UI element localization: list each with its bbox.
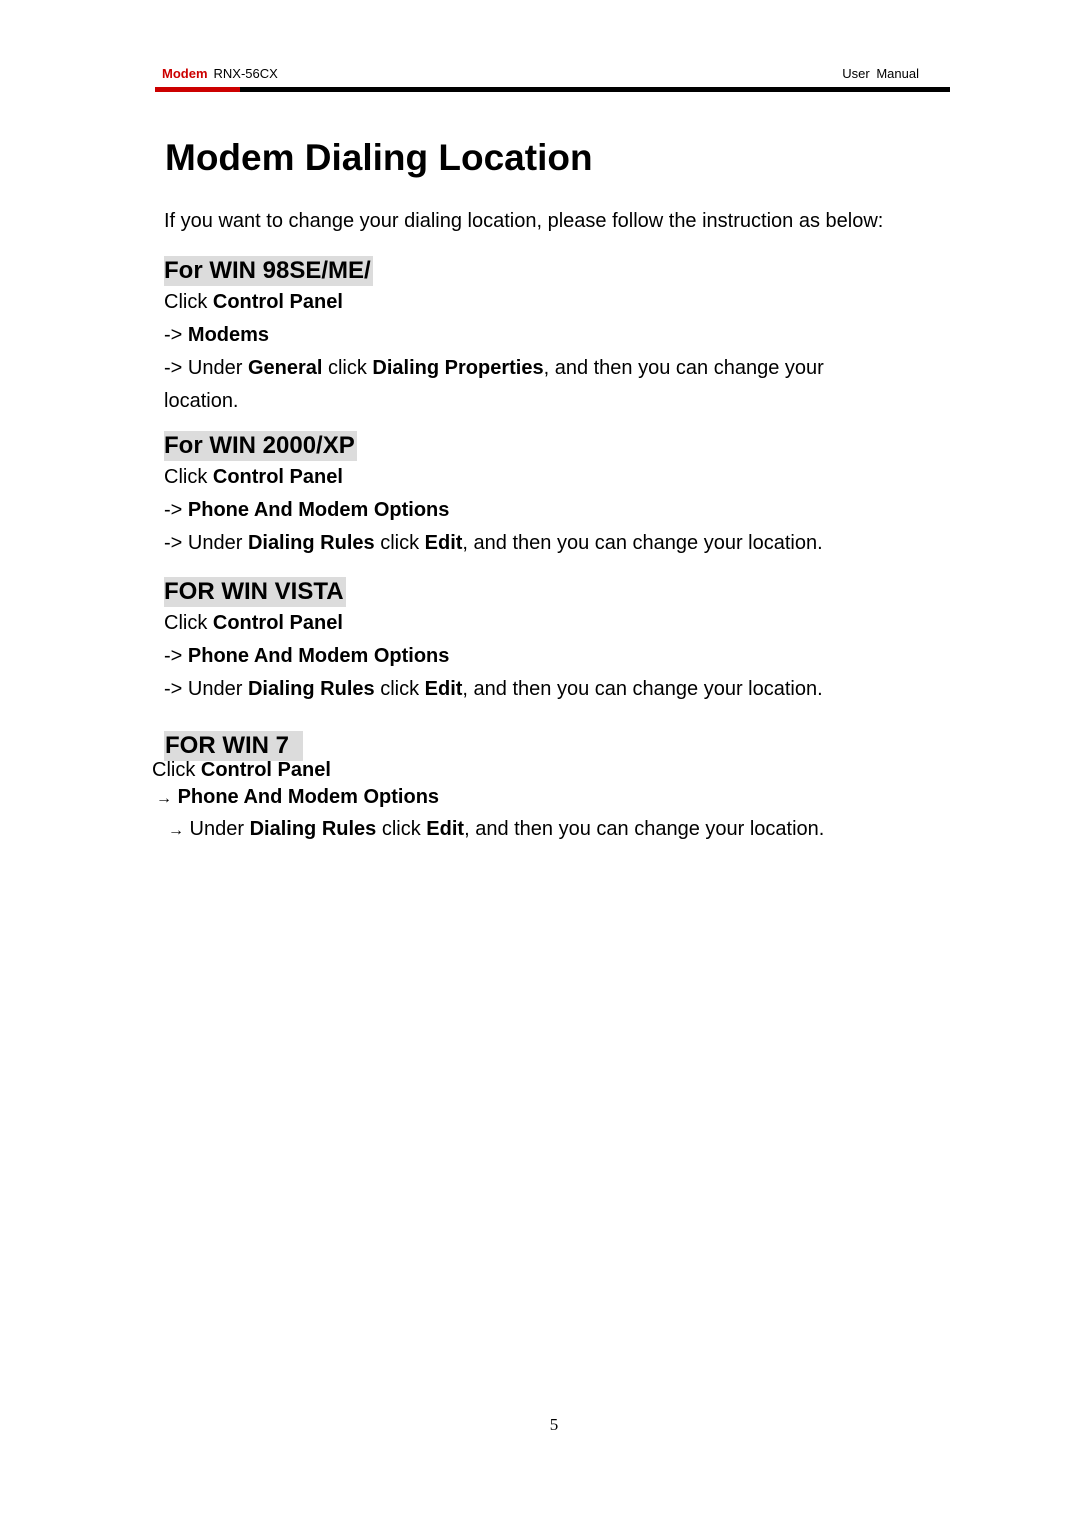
header-doc-type: User Manual bbox=[842, 66, 919, 81]
header-rule bbox=[155, 87, 950, 92]
arrow-icon: → bbox=[156, 790, 172, 807]
step-text: click bbox=[376, 818, 427, 840]
step-bold: Dialing Rules bbox=[247, 532, 375, 554]
page-title: Modem Dialing Location bbox=[165, 137, 593, 178]
step-1: Click Control Panel bbox=[164, 461, 823, 494]
step-text: Under bbox=[182, 357, 248, 379]
step-2: -> Phone And Modem Options bbox=[164, 640, 823, 673]
step-bold: Edit bbox=[426, 818, 465, 840]
step-3: -> Under Dialing Rules click Edit, and t… bbox=[164, 673, 823, 706]
section-win98: For WIN 98SE/ME/ Click Control Panel -> … bbox=[164, 256, 824, 418]
step-text: click bbox=[322, 357, 373, 379]
step-text: , and then you can change your bbox=[543, 357, 824, 379]
step-2: -> Modems bbox=[164, 319, 824, 352]
step-text: Click bbox=[164, 612, 213, 634]
step-text: Click bbox=[164, 466, 213, 488]
header-model: RNX-56CX bbox=[213, 66, 278, 81]
arrow-icon: -> bbox=[164, 678, 183, 700]
step-bold: Dialing Rules bbox=[247, 678, 375, 700]
step-bold: General bbox=[247, 357, 323, 379]
step-3: -> Under Dialing Rules click Edit, and t… bbox=[164, 527, 823, 560]
step-2: -> Phone And Modem Options bbox=[164, 494, 823, 527]
step-bold: Control Panel bbox=[212, 612, 343, 634]
header-rule-accent bbox=[155, 87, 240, 92]
step-1: Click Control Panel bbox=[164, 607, 823, 640]
step-3: → Under Dialing Rules click Edit, and th… bbox=[168, 812, 824, 848]
step-text: , and then you can change your location. bbox=[462, 678, 823, 700]
step-text: Click bbox=[164, 291, 213, 313]
section-heading: For WIN 98SE/ME/ bbox=[164, 256, 373, 286]
intro-paragraph: If you want to change your dialing locat… bbox=[164, 210, 884, 232]
step-bold: Phone And Modem Options bbox=[177, 786, 440, 808]
step-text: click bbox=[374, 532, 425, 554]
header-product: Modem RNX-56CX bbox=[162, 66, 278, 81]
section-heading: For WIN 2000/XP bbox=[164, 431, 357, 461]
step-1: Click Control Panel bbox=[152, 757, 824, 784]
step-bold: Phone And Modem Options bbox=[187, 499, 450, 521]
step-2: → Phone And Modem Options bbox=[156, 784, 824, 812]
arrow-icon: -> bbox=[164, 324, 183, 346]
step-bold: Control Panel bbox=[212, 466, 343, 488]
step-text: , and then you can change your location. bbox=[462, 532, 823, 554]
step-bold: Modems bbox=[187, 324, 270, 346]
step-1: Click Control Panel bbox=[164, 286, 824, 319]
arrow-icon: → bbox=[168, 822, 184, 839]
page-number: 5 bbox=[549, 1415, 559, 1434]
arrow-icon: -> bbox=[164, 532, 183, 554]
section-winvista: FOR WIN VISTA Click Control Panel -> Pho… bbox=[164, 577, 823, 706]
header-brand: Modem bbox=[162, 66, 208, 81]
step-text: Under bbox=[184, 818, 250, 840]
step-text: , and then you can change your location. bbox=[464, 818, 825, 840]
step-bold: Edit bbox=[424, 678, 463, 700]
step-bold: Dialing Properties bbox=[372, 357, 544, 379]
step-text: Click bbox=[152, 759, 201, 781]
step-bold: Edit bbox=[424, 532, 463, 554]
step-text: click bbox=[374, 678, 425, 700]
step-text: Under bbox=[182, 532, 248, 554]
step-bold: Dialing Rules bbox=[249, 818, 377, 840]
arrow-icon: -> bbox=[164, 499, 183, 521]
arrow-icon: -> bbox=[164, 357, 183, 379]
arrow-icon: -> bbox=[164, 645, 183, 667]
step-text: Under bbox=[182, 678, 248, 700]
section-heading: FOR WIN VISTA bbox=[164, 577, 346, 607]
section-win7-steps: Click Control Panel → Phone And Modem Op… bbox=[152, 757, 824, 848]
step-bold: Phone And Modem Options bbox=[187, 645, 450, 667]
section-win2000xp: For WIN 2000/XP Click Control Panel -> P… bbox=[164, 431, 823, 560]
step-bold: Control Panel bbox=[212, 291, 343, 313]
step-3-cont: location. bbox=[164, 390, 239, 412]
step-3: -> Under General click Dialing Propertie… bbox=[164, 352, 824, 385]
step-bold: Control Panel bbox=[200, 759, 331, 781]
